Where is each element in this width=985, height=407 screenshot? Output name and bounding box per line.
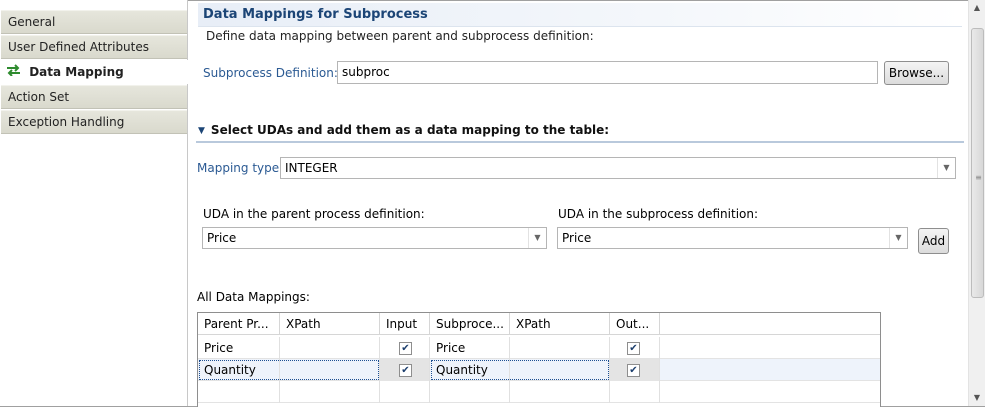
uda-section-header[interactable]: ▼ Select UDAs and add them as a data mapp… <box>196 117 964 143</box>
table-header: Parent Pr... XPath Input Subproce... XPa… <box>198 313 880 335</box>
scroll-down-arrow-icon[interactable]: ▼ <box>969 390 985 406</box>
tab-action-set[interactable]: Action Set <box>1 85 187 109</box>
data-mapping-arrows-icon <box>6 61 21 83</box>
cell-empty <box>430 381 510 403</box>
subprocess-uda-label: UDA in the subprocess definition: <box>558 207 759 221</box>
column-header-xpath-subprocess[interactable]: XPath <box>510 313 610 335</box>
tab-general[interactable]: General <box>1 10 187 34</box>
tab-label: User Defined Attributes <box>8 40 150 54</box>
subprocess-uda-dropdown[interactable]: Price ▼ <box>557 227 908 249</box>
chevron-down-icon[interactable]: ▼ <box>528 228 546 248</box>
output-checkbox[interactable]: ✔ <box>627 342 640 355</box>
uda-section-title: Select UDAs and add them as a data mappi… <box>210 123 610 137</box>
scrollbar-thumb[interactable]: ≡ <box>971 28 984 298</box>
data-mapping-panel: Data Mappings for Subprocess Define data… <box>188 0 968 407</box>
tab-label: General <box>8 15 56 29</box>
cell-xpath-parent[interactable] <box>280 337 380 359</box>
column-header-output[interactable]: Out... <box>610 313 660 335</box>
cell-subprocess: Price <box>430 337 510 359</box>
focus-outline <box>199 360 379 380</box>
tab-data-mapping[interactable]: Data Mapping <box>1 60 188 84</box>
subprocess-definition-field[interactable]: subproc <box>337 61 878 84</box>
table-row[interactable]: Price ✔ Price ✔ <box>198 337 880 359</box>
parent-uda-value: Price <box>207 231 237 245</box>
subprocess-uda-value: Price <box>562 231 592 245</box>
column-header-parent[interactable]: Parent Pr... <box>198 313 280 335</box>
section-tab-list: General User Defined Attributes Data Map… <box>0 0 188 406</box>
cell-empty <box>198 381 280 403</box>
vertical-scrollbar[interactable]: ▲ ≡ ▼ <box>968 0 985 406</box>
cell-empty <box>380 381 430 403</box>
parent-uda-label: UDA in the parent process definition: <box>203 207 425 221</box>
subprocess-definition-label: Subprocess Definition: <box>203 66 338 80</box>
column-header-subprocess[interactable]: Subproce... <box>430 313 510 335</box>
tab-label: Action Set <box>8 90 70 104</box>
all-data-mappings-label: All Data Mappings: <box>197 290 310 304</box>
cell-output: ✔ <box>610 337 660 359</box>
cell-output: ✔ <box>610 359 660 381</box>
input-checkbox[interactable]: ✔ <box>399 364 412 377</box>
table-row[interactable]: Quantity ✔ Quantity ✔ <box>198 359 880 381</box>
grip-icon: ≡ <box>975 173 982 182</box>
mapping-type-label: Mapping type <box>197 161 280 175</box>
browse-button[interactable]: Browse... <box>884 61 949 85</box>
tab-user-defined-attributes[interactable]: User Defined Attributes <box>1 35 187 59</box>
section-title: Data Mappings for Subprocess <box>198 3 962 27</box>
tab-exception-handling[interactable]: Exception Handling <box>1 110 187 134</box>
focus-outline <box>431 360 609 380</box>
tab-label: Data Mapping <box>29 65 124 79</box>
tab-label: Exception Handling <box>8 115 125 129</box>
cell-xpath-subprocess[interactable] <box>510 337 610 359</box>
table-row[interactable] <box>198 381 880 403</box>
add-mapping-button[interactable]: Add <box>918 228 949 254</box>
column-header-xpath-parent[interactable]: XPath <box>280 313 380 335</box>
scroll-up-arrow-icon[interactable]: ▲ <box>969 0 985 16</box>
data-mappings-table[interactable]: Parent Pr... XPath Input Subproce... XPa… <box>197 312 881 407</box>
cell-parent: Price <box>198 337 280 359</box>
output-checkbox[interactable]: ✔ <box>627 364 640 377</box>
column-header-input[interactable]: Input <box>380 313 430 335</box>
chevron-down-icon[interactable]: ▼ <box>889 228 907 248</box>
cell-empty <box>280 381 380 403</box>
input-checkbox[interactable]: ✔ <box>399 342 412 355</box>
collapse-triangle-icon[interactable]: ▼ <box>198 118 205 144</box>
section-description: Define data mapping between parent and s… <box>206 29 594 43</box>
mapping-type-value: INTEGER <box>285 161 338 175</box>
cell-empty <box>610 381 660 403</box>
cell-input: ✔ <box>380 359 430 381</box>
cell-input: ✔ <box>380 337 430 359</box>
mapping-type-dropdown[interactable]: INTEGER ▼ <box>280 157 956 179</box>
parent-uda-dropdown[interactable]: Price ▼ <box>202 227 547 249</box>
chevron-down-icon[interactable]: ▼ <box>937 158 955 178</box>
cell-empty <box>510 381 610 403</box>
